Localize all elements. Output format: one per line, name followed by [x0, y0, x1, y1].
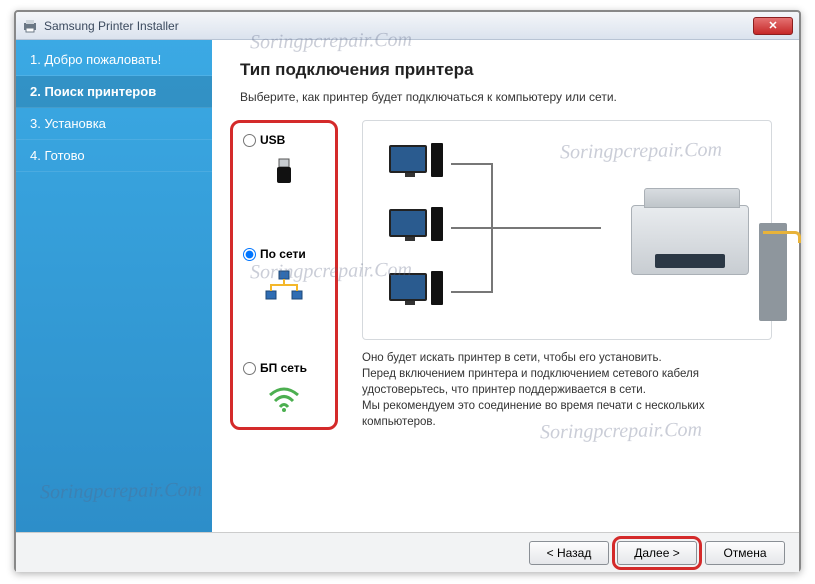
main-panel: Тип подключения принтера Выберите, как п…: [212, 40, 799, 532]
close-button[interactable]: ✕: [753, 17, 793, 35]
next-button-highlight: Далее >: [617, 541, 697, 565]
connection-diagram: [362, 120, 772, 340]
desc-line-3: Мы рекомендуем это соединение во время п…: [362, 398, 772, 430]
option-network-label: По сети: [260, 247, 306, 261]
option-wireless[interactable]: БП сеть: [239, 361, 329, 417]
desc-line-2: Перед включением принтера и подключением…: [362, 366, 772, 398]
back-button[interactable]: < Назад: [529, 541, 609, 565]
next-button[interactable]: Далее >: [617, 541, 697, 565]
usb-icon: [239, 155, 329, 189]
option-usb-label: USB: [260, 133, 285, 147]
printer-app-icon: [22, 18, 38, 34]
wifi-icon: [239, 383, 329, 417]
diagram-cable: [763, 231, 801, 243]
diagram-computer-1: [389, 145, 445, 185]
sidebar-step-search: 2. Поиск принтеров: [16, 76, 212, 108]
radio-network[interactable]: [243, 248, 256, 261]
option-network[interactable]: По сети: [239, 247, 329, 303]
diagram-computer-3: [389, 273, 445, 313]
network-icon: [239, 269, 329, 303]
sidebar-step-welcome: 1. Добро пожаловать!: [16, 44, 212, 76]
titlebar: Samsung Printer Installer ✕: [16, 12, 799, 40]
desc-line-1: Оно будет искать принтер в сети, чтобы е…: [362, 350, 772, 366]
option-wireless-label: БП сеть: [260, 361, 307, 375]
connection-options-highlight: USB По сети БП сеть: [230, 120, 338, 430]
page-heading: Тип подключения принтера: [240, 60, 771, 80]
window-title: Samsung Printer Installer: [44, 19, 753, 33]
connection-description: Оно будет искать принтер в сети, чтобы е…: [362, 350, 772, 430]
diagram-printer: [631, 183, 749, 275]
sidebar-step-install: 3. Установка: [16, 108, 212, 140]
wizard-sidebar: 1. Добро пожаловать! 2. Поиск принтеров …: [16, 40, 212, 532]
radio-wireless[interactable]: [243, 362, 256, 375]
diagram-wire: [451, 291, 491, 293]
installer-window: Samsung Printer Installer ✕ 1. Добро пож…: [14, 10, 801, 572]
option-usb[interactable]: USB: [239, 133, 329, 189]
radio-usb[interactable]: [243, 134, 256, 147]
diagram-wire: [451, 163, 491, 165]
diagram-wire: [451, 227, 491, 229]
page-subtitle: Выберите, как принтер будет подключаться…: [240, 90, 771, 104]
sidebar-step-done: 4. Готово: [16, 140, 212, 172]
cancel-button[interactable]: Отмена: [705, 541, 785, 565]
diagram-wire: [491, 227, 601, 229]
wizard-button-bar: < Назад Далее > Отмена: [16, 532, 799, 572]
diagram-computer-2: [389, 209, 445, 249]
